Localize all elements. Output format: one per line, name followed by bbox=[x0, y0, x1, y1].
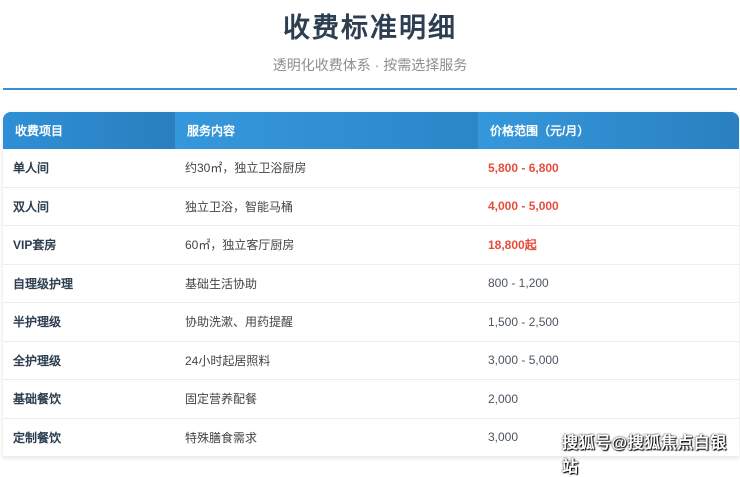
cell-service: 基础生活协助 bbox=[185, 276, 258, 291]
page-title: 收费标准明细 bbox=[283, 13, 457, 43]
cell-service: 协助洗漱、用药提醒 bbox=[185, 315, 294, 330]
watermark: 搜狐号@搜狐焦点白银站 bbox=[562, 435, 727, 476]
cell-service: 约30㎡，独立卫浴厨房 bbox=[185, 161, 307, 176]
cell-price: 18,800起 bbox=[488, 238, 537, 253]
cell-service: 固定营养配餐 bbox=[185, 392, 258, 407]
cell-price: 2,000 bbox=[488, 391, 519, 406]
cell-item: 双人间 bbox=[13, 199, 50, 214]
cell-price: 4,000 - 5,000 bbox=[488, 199, 559, 214]
cell-service: 24小时起居照料 bbox=[185, 353, 271, 368]
table-row: 全护理级 24小时起居照料 3,000 - 5,000 bbox=[3, 341, 739, 380]
cell-item: 自理级护理 bbox=[13, 276, 74, 291]
fee-table: 收费项目 服务内容 价格范围（元/月） 单人间 约30㎡，独立卫浴厨房 5,800 … bbox=[3, 112, 739, 457]
cell-item: 定制餐饮 bbox=[13, 430, 62, 445]
title-divider bbox=[3, 88, 737, 90]
page-subtitle: 透明化收费体系 · 按需选择服务 bbox=[272, 57, 468, 73]
table-row: VIP套房 60㎡，独立客厅厨房 18,800起 bbox=[3, 226, 739, 265]
cell-item: VIP套房 bbox=[13, 238, 57, 253]
table-row: 半护理级 协助洗漱、用药提醒 1,500 - 2,500 bbox=[3, 303, 739, 342]
table-header: 收费项目 服务内容 价格范围（元/月） bbox=[3, 112, 739, 149]
table-row: 基础餐饮 固定营养配餐 2,000 bbox=[3, 380, 739, 419]
cell-price: 3,000 - 5,000 bbox=[488, 353, 559, 368]
column-header-item: 收费项目 bbox=[3, 112, 175, 149]
column-header-price: 价格范围（元/月） bbox=[478, 112, 739, 149]
column-header-service: 服务内容 bbox=[175, 112, 478, 149]
cell-item: 基础餐饮 bbox=[13, 392, 62, 407]
table-row: 单人间 约30㎡，独立卫浴厨房 5,800 - 6,800 bbox=[3, 149, 739, 188]
cell-price: 1,500 - 2,500 bbox=[488, 314, 559, 329]
cell-service: 60㎡，独立客厅厨房 bbox=[185, 238, 295, 253]
cell-item: 半护理级 bbox=[13, 315, 62, 330]
cell-price: 800 - 1,200 bbox=[488, 276, 549, 291]
cell-item: 全护理级 bbox=[13, 353, 62, 368]
cell-service: 独立卫浴，智能马桶 bbox=[185, 199, 294, 214]
table-row: 自理级护理 基础生活协助 800 - 1,200 bbox=[3, 264, 739, 303]
cell-item: 单人间 bbox=[13, 161, 50, 176]
cell-price: 5,800 - 6,800 bbox=[488, 160, 559, 175]
table-row: 双人间 独立卫浴，智能马桶 4,000 - 5,000 bbox=[3, 187, 739, 226]
cell-service: 特殊膳食需求 bbox=[185, 430, 258, 445]
